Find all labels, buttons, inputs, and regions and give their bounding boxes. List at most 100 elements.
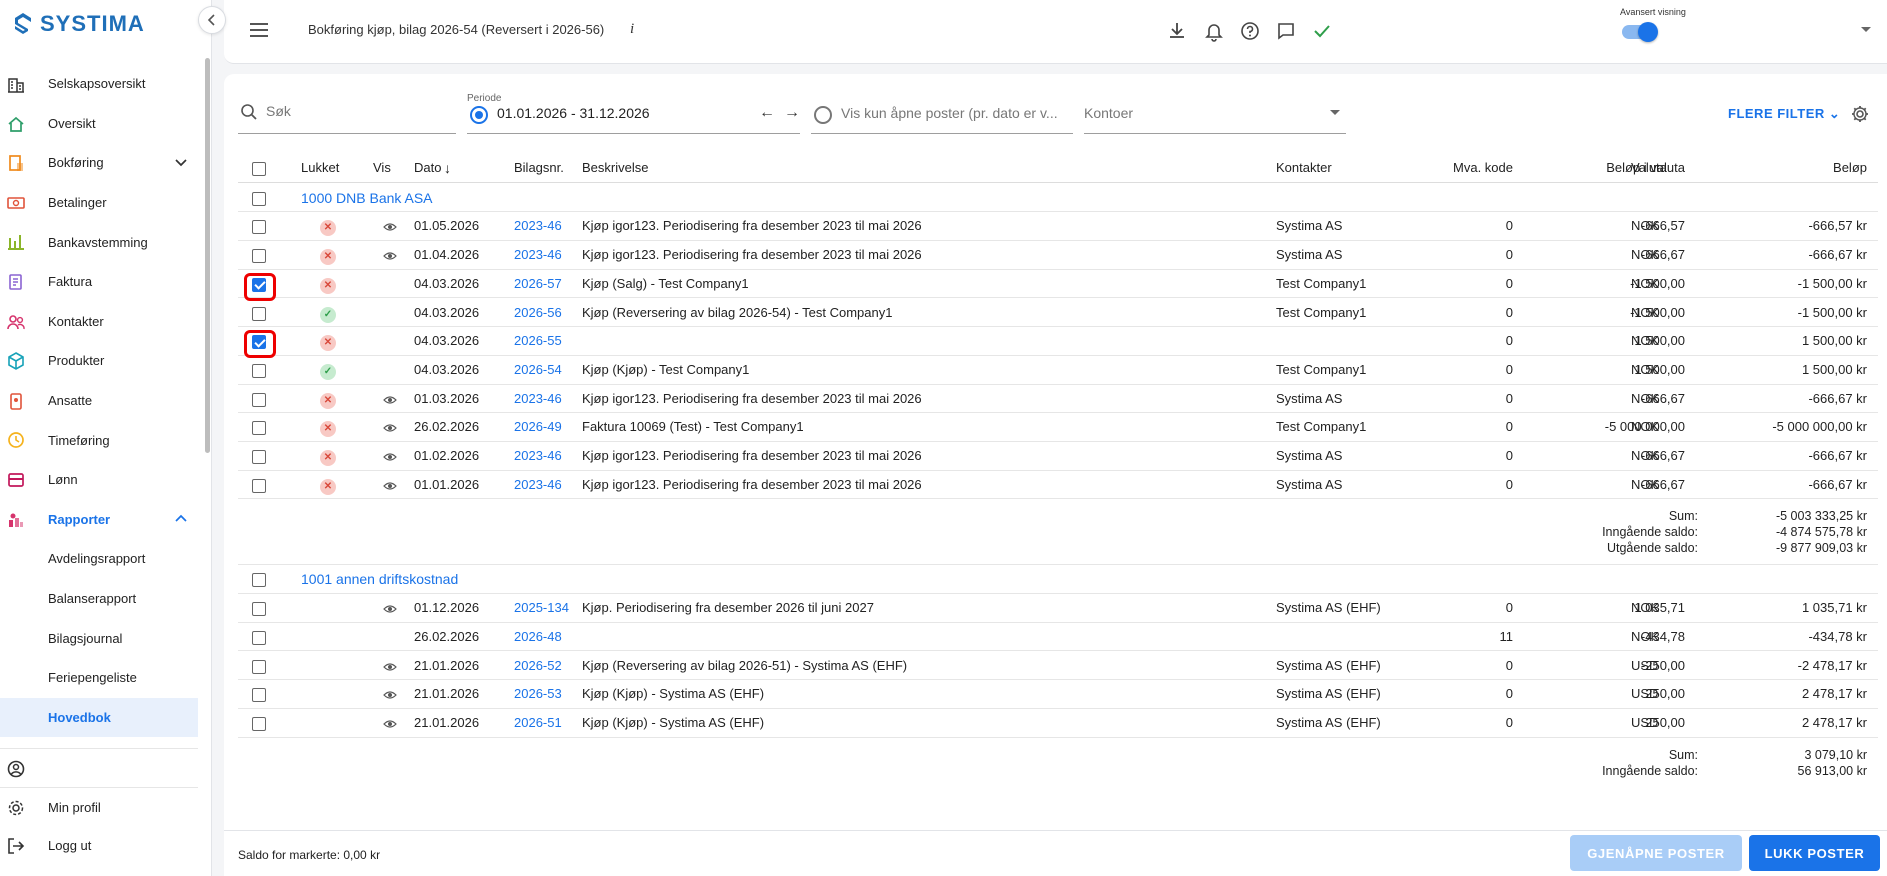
sidebar-subitem-balanserapport[interactable]: Balanserapport [0,579,198,619]
row-voucher-link[interactable]: 2025-134 [514,594,569,623]
search-field[interactable]: Søk [238,88,456,134]
table-row[interactable]: ✕ 04.03.2026 2026-57 Kjøp (Salg) - Test Com… [238,270,1878,301]
row-voucher-link[interactable]: 2023-46 [514,471,562,500]
period-value[interactable]: 01.01.2026 - 31.12.2026 [497,105,650,121]
sidebar-scrollbar[interactable] [205,58,210,453]
help-icon[interactable] [1239,20,1261,42]
table-row[interactable]: ✕ 01.04.2026 2023-46 Kjøp igor123. Periodis… [238,241,1878,270]
sort-desc-arrow-icon[interactable]: ↓ [444,154,451,183]
row-checkbox[interactable] [252,659,266,674]
sidebar-bottom-account[interactable] [0,749,198,787]
sidebar-item-ansatte[interactable]: Ansatte [0,381,198,421]
accounts-placeholder[interactable]: Kontoer [1084,105,1133,121]
eye-icon[interactable] [383,660,397,674]
group-title[interactable]: 1000 DNB Bank ASA [301,184,433,213]
col-valuta[interactable]: Valuta [1631,154,1667,183]
sidebar-subitem-avdelingsrapport[interactable]: Avdelingsrapport [0,539,198,579]
table-row[interactable]: ✕ 01.05.2026 2023-46 Kjøp igor123. Periodis… [238,212,1878,242]
row-voucher-link[interactable]: 2023-46 [514,442,562,471]
close-entries-button[interactable]: LUKK POSTER [1749,835,1880,871]
bell-icon[interactable] [1203,20,1225,42]
chevron-down-icon[interactable] [174,155,188,169]
row-checkbox[interactable] [244,330,276,359]
row-checkbox[interactable] [252,630,266,645]
period-radio[interactable] [470,106,488,124]
sidebar-item-faktura[interactable]: Faktura [0,262,198,302]
brand-logo[interactable]: SYSTIMA [12,10,145,38]
row-checkbox[interactable] [252,363,266,378]
row-voucher-link[interactable]: 2026-51 [514,709,562,738]
eye-icon[interactable] [383,717,397,731]
settings-gear-icon[interactable] [1850,104,1870,124]
select-all-checkbox[interactable] [252,162,266,176]
open-only-label[interactable]: Vis kun åpne poster (pr. dato er v... [841,105,1058,121]
sidebar-item-selskapsoversikt[interactable]: Selskapsoversikt [0,64,198,104]
chat-icon[interactable] [1275,20,1297,42]
row-checkbox[interactable] [252,450,266,464]
col-beskrivelse[interactable]: Beskrivelse [582,154,648,183]
row-checkbox[interactable] [252,478,266,493]
row-voucher-link[interactable]: 2026-49 [514,413,562,442]
sidebar-item-betalinger[interactable]: Betalinger [0,183,198,223]
menu-icon[interactable] [250,22,270,38]
col-belop[interactable]: Beløp [1833,154,1867,183]
row-voucher-link[interactable]: 2023-46 [514,241,562,270]
group-title[interactable]: 1001 annen driftskostnad [301,565,458,594]
period-next-arrow-icon[interactable]: → [784,104,800,122]
row-voucher-link[interactable]: 2023-46 [514,385,562,414]
sidebar-item-rapporter[interactable]: Rapporter [0,500,198,540]
eye-icon[interactable] [383,479,397,493]
col-vis[interactable]: Vis [373,154,391,183]
row-voucher-link[interactable]: 2026-56 [514,299,562,328]
row-voucher-link[interactable]: 2026-54 [514,356,562,385]
sidebar-item-produkter[interactable]: Produkter [0,341,198,381]
period-prev-arrow-icon[interactable]: ← [759,104,775,122]
sidebar-bottom-min-profil[interactable]: Min profil [0,788,198,826]
sidebar-item-kontakter[interactable]: Kontakter [0,302,198,342]
company-dropdown-icon[interactable] [1861,27,1871,32]
advanced-view-toggle-knob[interactable] [1638,22,1658,42]
row-checkbox[interactable] [252,421,266,436]
row-checkbox[interactable] [252,602,266,617]
table-row[interactable]: ✕ 26.02.2026 2026-49 Faktura 10069 (Test) -… [238,413,1878,442]
eye-icon[interactable] [383,688,397,702]
table-row[interactable]: 21.01.2026 2026-51 Kjøp (Kjøp) - Systima A… [238,709,1878,738]
col-dato[interactable]: Dato [414,154,441,183]
row-checkbox[interactable] [252,220,266,235]
check-status-icon[interactable] [1311,20,1333,42]
table-row[interactable]: 21.01.2026 2026-52 Kjøp (Reversering av bi… [238,652,1878,681]
eye-icon[interactable] [383,450,397,464]
accounts-select[interactable]: Kontoer [1084,88,1346,134]
sidebar-subitem-bilagsjournal[interactable]: Bilagsjournal [0,618,198,658]
table-row[interactable]: ✕ 01.02.2026 2023-46 Kjøp igor123. Periodis… [238,442,1878,471]
reopen-entries-button[interactable]: GJENÅPNE POSTER [1570,835,1742,871]
chevron-up-icon[interactable] [174,512,188,526]
row-voucher-link[interactable]: 2026-55 [514,327,562,356]
eye-icon[interactable] [383,220,397,234]
accounts-dropdown-icon[interactable] [1330,110,1340,115]
row-voucher-link[interactable]: 2026-57 [514,270,562,299]
eye-icon[interactable] [383,602,397,616]
row-voucher-link[interactable]: 2026-52 [514,652,562,681]
sidebar-bottom-logg-ut[interactable]: Logg ut [0,826,198,864]
table-row[interactable]: 26.02.2026 2026-48 11 -434,78 NOK -434,78 kr [238,623,1878,652]
search-input[interactable]: Søk [266,103,291,119]
row-checkbox[interactable] [252,392,266,407]
eye-icon[interactable] [383,393,397,407]
col-bilagsnr[interactable]: Bilagsnr. [514,154,564,183]
more-filters-button[interactable]: FLERE FILTER ⌄ [1728,106,1840,122]
table-row[interactable]: ✕ 04.03.2026 2026-55 0 1 500,00 NOK 1 500,00 k… [238,327,1878,359]
collapse-sidebar-button[interactable] [198,6,226,34]
eye-icon[interactable] [383,249,397,263]
sidebar-item-oversikt[interactable]: Oversikt [0,104,198,144]
group-checkbox[interactable] [252,573,266,588]
row-checkbox[interactable] [252,716,266,731]
period-field[interactable]: Periode 01.01.2026 - 31.12.2026 ← → [467,88,800,134]
download-icon[interactable] [1166,20,1188,42]
sidebar-item-bokføring[interactable]: Bokføring [0,143,198,183]
sidebar-item-bankavstemming[interactable]: Bankavstemming [0,222,198,262]
eye-icon[interactable] [383,421,397,435]
group-checkbox[interactable] [252,191,266,206]
sidebar-subitem-feriepengeliste[interactable]: Feriepengeliste [0,658,198,698]
sidebar-subitem-hovedbok[interactable]: Hovedbok [0,697,198,738]
